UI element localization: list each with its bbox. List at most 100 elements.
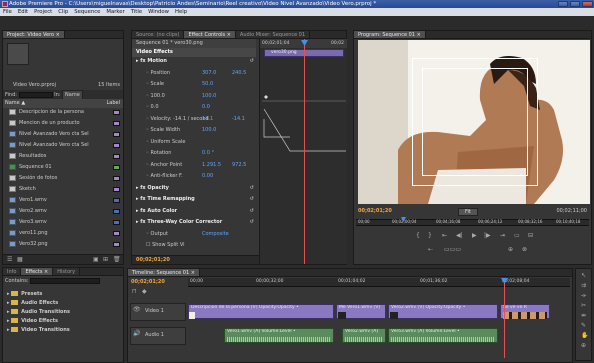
effect-control-row[interactable]: ◦ Velocity: -14.1 / second 14.1 -14.1 bbox=[132, 115, 258, 124]
audio-track-header[interactable]: 🔊 Audio 1 bbox=[130, 327, 186, 345]
jog-icon[interactable]: ▭▭▭ bbox=[444, 247, 461, 253]
slip-tool-icon[interactable]: ⇹ bbox=[581, 313, 586, 319]
menu-help[interactable]: Help bbox=[172, 8, 190, 16]
effects-folder[interactable]: ▸ Video Effects bbox=[3, 317, 123, 326]
menu-window[interactable]: Window bbox=[145, 8, 172, 16]
tab-audio-mixer[interactable]: Audio Mixer: Sequence 01 bbox=[235, 31, 311, 38]
effect-control-row[interactable]: ◦ Anchor Point 1.291.5 972.5 bbox=[132, 161, 258, 170]
tab-timeline[interactable]: Timeline: Sequence 01 × bbox=[128, 269, 200, 276]
program-video-frame[interactable] bbox=[358, 40, 590, 204]
effect-param-value[interactable]: 0.00 bbox=[202, 172, 213, 181]
effects-folder[interactable]: ▸ Presets bbox=[3, 290, 123, 299]
mark-out-icon[interactable]: } bbox=[428, 233, 432, 239]
project-item[interactable]: Mencion de un producto bbox=[3, 119, 123, 128]
maximize-button[interactable] bbox=[570, 1, 580, 7]
effect-param-value[interactable]: 0.0 bbox=[202, 103, 210, 112]
effect-control-row[interactable]: ◦ 0.0 0.0 bbox=[132, 103, 258, 112]
project-item[interactable]: Vero3.wmv bbox=[3, 218, 123, 227]
fx-toggle-icon[interactable]: ▸ fx bbox=[136, 196, 147, 202]
tab-source[interactable]: Source: (no clips) bbox=[132, 31, 185, 38]
snap-icon[interactable]: ⊓ bbox=[132, 289, 137, 295]
effect-param-value[interactable]: 100.0 bbox=[202, 92, 216, 101]
effect-param-value[interactable]: 1.291.5 bbox=[202, 161, 221, 170]
close-window-button[interactable] bbox=[582, 1, 593, 7]
tab-info[interactable]: Info bbox=[3, 268, 22, 275]
trash-icon[interactable]: 🗑 bbox=[113, 257, 121, 263]
new-bin-icon[interactable]: ▣ bbox=[93, 257, 99, 263]
reset-icon[interactable]: ↺ bbox=[250, 195, 254, 204]
effect-control-row[interactable]: ☐ Show Split Vi bbox=[132, 241, 258, 250]
reset-icon[interactable]: ↺ bbox=[250, 57, 254, 66]
timeline-ruler[interactable]: 00;00 00;00;32;00 00;01;04;02 00;01;36;0… bbox=[188, 278, 570, 287]
effects-folder[interactable]: ▸ Audio Transitions bbox=[3, 308, 123, 317]
razor-tool-icon[interactable]: ✂ bbox=[581, 303, 586, 309]
effect-param-value[interactable]: 50.0 bbox=[202, 80, 213, 89]
effect-control-row[interactable]: ▸ fx Auto Color ↺ bbox=[132, 207, 258, 216]
video-clip[interactable]: Descripcion de la persona [V] Opacity:Op… bbox=[188, 304, 334, 319]
menu-clip[interactable]: Clip bbox=[55, 8, 71, 16]
menu-edit[interactable]: Edit bbox=[15, 8, 31, 16]
effect-control-row[interactable]: ◦ Uniform Scale bbox=[132, 138, 258, 147]
track-select-tool-icon[interactable]: ⇉ bbox=[581, 283, 586, 289]
effect-control-row[interactable]: ▸ fx Opacity ↺ bbox=[132, 184, 258, 193]
effects-search-input[interactable] bbox=[30, 277, 101, 284]
find-in-select[interactable]: Name bbox=[62, 90, 83, 99]
col-label-header[interactable]: Label bbox=[107, 99, 121, 108]
effect-param-value-2[interactable]: 240.5 bbox=[232, 69, 246, 78]
play-icon[interactable]: ▶ bbox=[472, 233, 477, 239]
step-back-icon[interactable]: ◀| bbox=[456, 233, 463, 239]
effect-control-row[interactable]: ◦ Anti-flicker F. 0.00 bbox=[132, 172, 258, 181]
video-clip[interactable]: Se ve ve R bbox=[500, 304, 550, 319]
ec-timecode[interactable]: 00;02;01;20 bbox=[136, 257, 170, 263]
set-marker-icon[interactable]: ◆ bbox=[142, 289, 147, 295]
project-item[interactable]: Descripcion de la persona bbox=[3, 108, 123, 117]
fx-toggle-icon[interactable]: ▸ fx bbox=[136, 219, 147, 225]
list-view-icon[interactable]: ☰ bbox=[7, 257, 12, 263]
effect-param-value[interactable]: 14.1 bbox=[202, 115, 213, 124]
effect-control-row[interactable]: ◦ Output Composite bbox=[132, 230, 258, 239]
effects-folder[interactable]: ▸ Video Transitions bbox=[3, 326, 123, 335]
project-item[interactable]: Vero32.png bbox=[3, 240, 123, 249]
minimize-button[interactable] bbox=[558, 1, 568, 7]
video-clip[interactable]: Vero2.wmv [V] Opacity:Opacity • bbox=[388, 304, 498, 319]
pen-tool-icon[interactable]: ✎ bbox=[581, 323, 586, 329]
speaker-icon[interactable]: 🔊 bbox=[133, 331, 140, 337]
tab-history[interactable]: History bbox=[53, 268, 81, 275]
safe-margins-icon[interactable]: ▭ bbox=[514, 233, 520, 239]
fx-toggle-icon[interactable]: ▸ fx bbox=[136, 185, 147, 191]
effect-control-row[interactable]: ◦ Scale Width 100.0 bbox=[132, 126, 258, 135]
reset-icon[interactable]: ↺ bbox=[250, 184, 254, 193]
reset-icon[interactable]: ↺ bbox=[250, 218, 254, 227]
new-item-icon[interactable]: ⊞ bbox=[103, 257, 108, 263]
project-item[interactable]: Vero1.wmv bbox=[3, 196, 123, 205]
effect-control-row[interactable]: ◦ Scale 50.0 bbox=[132, 80, 258, 89]
menu-sequence[interactable]: Sequence bbox=[71, 8, 103, 16]
audio-clip[interactable]: Vero3.wmv [A] Volume:Level • bbox=[388, 328, 498, 343]
shuttle-icon[interactable]: ⇠ bbox=[428, 247, 433, 253]
effect-param-value-2[interactable]: -14.1 bbox=[232, 115, 245, 124]
menu-file[interactable]: File bbox=[0, 8, 15, 16]
hand-tool-icon[interactable]: ✋ bbox=[581, 333, 588, 339]
zoom-tool-icon[interactable]: ⊕ bbox=[581, 343, 586, 349]
effects-folder[interactable]: ▸ Audio Effects bbox=[3, 299, 123, 308]
project-item[interactable]: Vero2.wmv bbox=[3, 207, 123, 216]
lift-icon[interactable]: ⊕ bbox=[508, 247, 513, 253]
effect-param-value[interactable]: 0.0 ° bbox=[202, 149, 214, 158]
tab-project[interactable]: Project: Video Vero × bbox=[3, 31, 65, 38]
project-item[interactable]: Nivel Avanzado Vero cta Sel bbox=[3, 130, 123, 139]
project-item[interactable]: Sesión de fotos bbox=[3, 174, 123, 183]
program-timecode[interactable]: 00;02;01;20 bbox=[358, 208, 392, 214]
icon-view-icon[interactable]: ▦ bbox=[17, 257, 23, 263]
timeline-playhead[interactable] bbox=[504, 278, 505, 358]
ripple-edit-tool-icon[interactable]: ⟛ bbox=[581, 293, 586, 299]
extract-icon[interactable]: ⊗ bbox=[522, 247, 527, 253]
effect-control-row[interactable]: ▸ fx Three-Way Color Corrector ↺ bbox=[132, 218, 258, 227]
effect-control-row[interactable]: ◦ Rotation 0.0 ° bbox=[132, 149, 258, 158]
project-item[interactable]: Sequence 01 bbox=[3, 163, 123, 172]
menu-title[interactable]: Title bbox=[128, 8, 145, 16]
program-ruler[interactable]: 00;00 00;02;00;04 00;04;16;08 00;06;24;1… bbox=[356, 219, 589, 226]
mark-in-icon[interactable]: { bbox=[416, 233, 420, 239]
project-item[interactable]: Resultados bbox=[3, 152, 123, 161]
project-item[interactable]: Nivel Avanzado Vero cta Sel bbox=[3, 141, 123, 150]
go-to-in-icon[interactable]: ⇤ bbox=[442, 233, 447, 239]
